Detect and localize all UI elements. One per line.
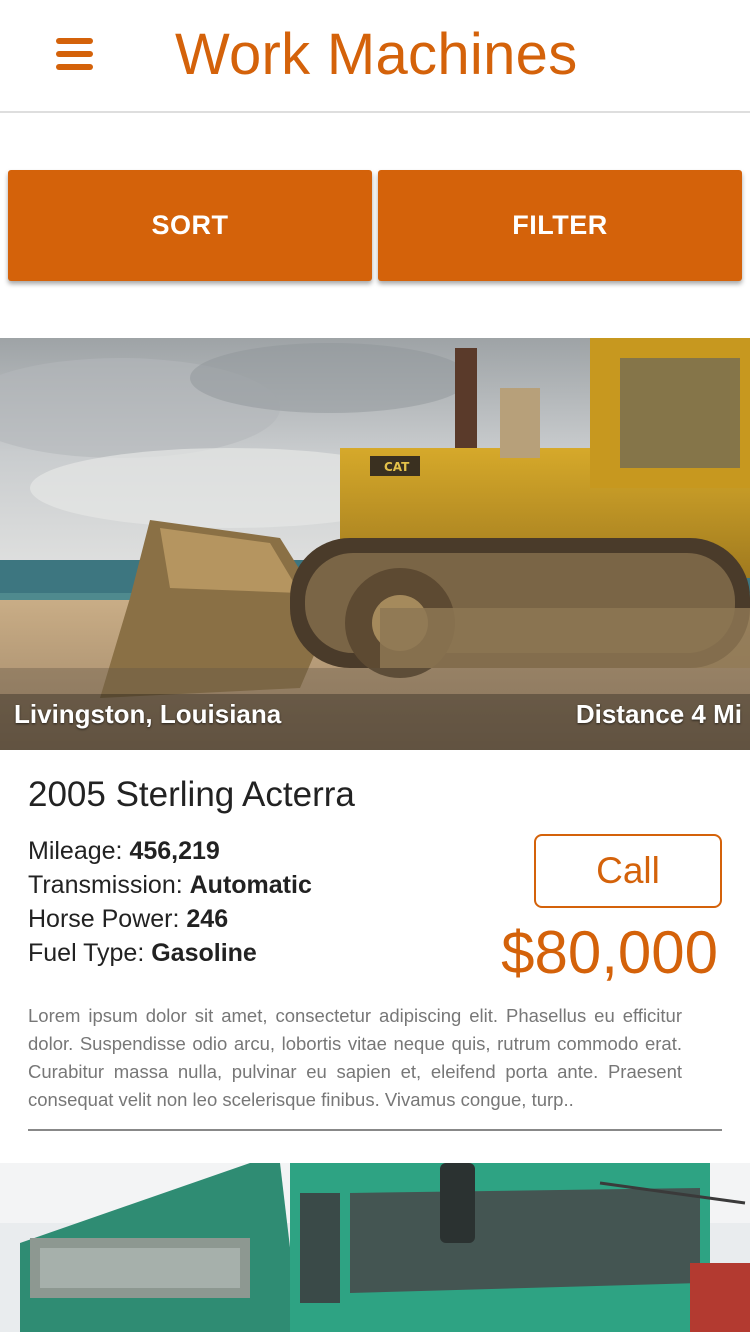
spec-mileage: Mileage: 456,219 [28,834,312,868]
spec-label: Horse Power: [28,905,180,933]
listing-specs: Mileage: 456,219 Transmission: Automatic… [28,834,312,970]
spec-value: Gasoline [151,939,257,967]
listing-divider [28,1129,722,1131]
listing-title[interactable]: 2005 Sterling Acterra [28,775,355,815]
filter-button[interactable]: FILTER [378,170,742,281]
listing-distance: Distance 4 Mi [575,699,742,729]
spec-horse-power: Horse Power: 246 [28,902,312,936]
listing-photo-truck[interactable] [0,1163,750,1332]
sort-button[interactable]: SORT [8,170,372,281]
spec-label: Mileage: [28,837,123,865]
bulldozer-image: CAT [0,338,750,750]
spec-label: Fuel Type: [28,939,145,967]
spec-value: Automatic [189,871,312,899]
listing-photo-bulldozer[interactable]: CAT Livingston, Louisiana Distance 4 Mi [0,338,750,750]
hamburger-menu-icon[interactable] [56,38,93,70]
spec-value: 246 [186,905,229,933]
page-title: Work Machines [175,22,578,87]
listing-description: Lorem ipsum dolor sit amet, consectetur … [28,1005,682,1110]
spec-transmission: Transmission: Automatic [28,868,312,902]
svg-text:CAT: CAT [384,460,410,474]
spec-fuel-type: Fuel Type: Gasoline [28,936,312,970]
spec-value: 456,219 [129,837,220,865]
listing-price: $80,000 [501,919,718,986]
call-button[interactable]: Call [534,834,722,908]
app-header: Work Machines [0,0,750,113]
spec-label: Transmission: [28,871,183,899]
listing-location: Livingston, Louisiana [14,699,282,729]
dump-truck-image [0,1163,750,1332]
